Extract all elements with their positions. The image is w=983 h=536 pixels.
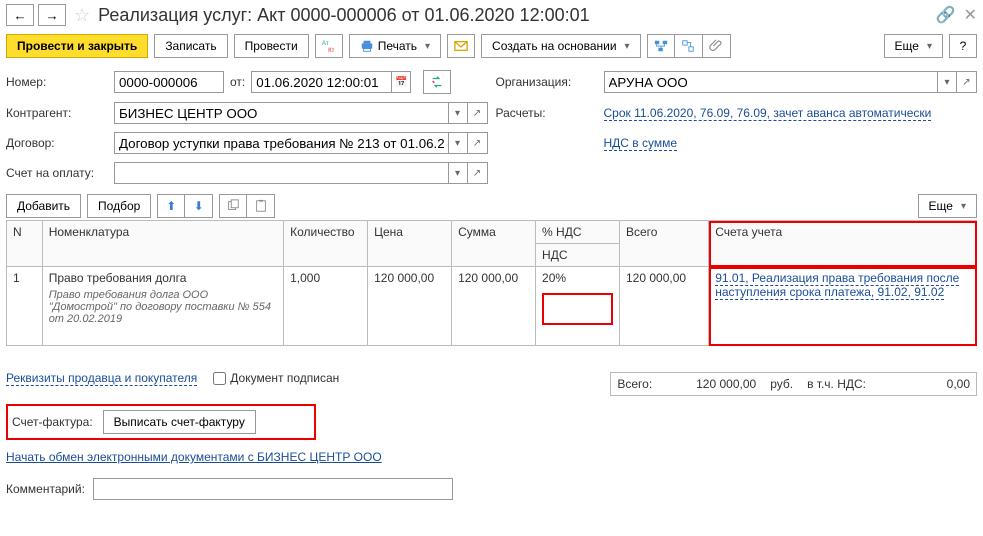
vat-amount-highlight — [542, 293, 613, 325]
printer-icon — [360, 39, 374, 53]
email-icon — [454, 39, 468, 53]
contract-open-icon[interactable]: ↗ — [468, 132, 488, 154]
add-row-button[interactable]: Добавить — [6, 194, 81, 218]
copy-icon — [226, 199, 240, 213]
col-vat: НДС — [536, 244, 620, 267]
vat-mode-link[interactable]: НДС в сумме — [604, 136, 678, 151]
contract-dropdown-icon[interactable]: ▾ — [448, 132, 468, 154]
create-based-on-button[interactable]: Создать на основании — [481, 34, 641, 58]
doc-signed-checkbox[interactable] — [213, 372, 226, 385]
structure-button[interactable] — [675, 34, 703, 58]
svg-text:Ат: Ат — [322, 40, 329, 47]
contract-label: Договор: — [6, 136, 106, 150]
email-button[interactable] — [447, 34, 475, 58]
cell-vat: 20% — [536, 267, 620, 346]
table-more-button[interactable]: Еще — [918, 194, 977, 218]
number-label: Номер: — [6, 75, 106, 89]
cell-nomenclature: Право требования долга Право требования … — [42, 267, 283, 346]
doc-signed-checkbox-label[interactable]: Документ подписан — [213, 371, 339, 385]
items-table: N Номенклатура Количество Цена Сумма % Н… — [6, 220, 977, 346]
refresh-icon — [430, 75, 444, 89]
save-button[interactable]: Записать — [154, 34, 227, 58]
cell-sum: 120 000,00 — [452, 267, 536, 346]
org-dropdown-icon[interactable]: ▾ — [937, 71, 957, 93]
calendar-icon[interactable]: 📅 — [391, 71, 411, 93]
post-and-close-button[interactable]: Провести и закрыть — [6, 34, 148, 58]
refresh-date-button[interactable] — [423, 70, 451, 94]
comment-label: Комментарий: — [6, 482, 85, 496]
back-button[interactable]: ← — [6, 4, 34, 26]
counterparty-input[interactable] — [114, 102, 448, 124]
issue-invoice-button[interactable]: Выписать счет-фактуру — [103, 410, 256, 434]
col-price: Цена — [368, 221, 452, 267]
move-down-button[interactable]: ⬇ — [185, 194, 213, 218]
invoice-section: Счет-фактура: Выписать счет-фактуру — [6, 404, 316, 440]
cell-qty: 1,000 — [284, 267, 368, 346]
cell-n: 1 — [7, 267, 43, 346]
forward-button[interactable]: → — [38, 4, 66, 26]
dtkt-icon: АтКт — [322, 39, 336, 53]
pick-button[interactable]: Подбор — [87, 194, 151, 218]
col-qty: Количество — [284, 221, 368, 267]
cell-total: 120 000,00 — [620, 267, 709, 346]
svg-text:Кт: Кт — [328, 47, 335, 53]
col-nomenclature: Номенклатура — [42, 221, 283, 267]
calc-label: Расчеты: — [496, 106, 596, 120]
comment-input[interactable] — [93, 478, 453, 500]
col-vat-pct: % НДС — [536, 221, 620, 244]
cell-price: 120 000,00 — [368, 267, 452, 346]
col-sum: Сумма — [452, 221, 536, 267]
seller-buyer-link[interactable]: Реквизиты продавца и покупателя — [6, 371, 197, 386]
star-icon[interactable]: ☆ — [70, 5, 94, 26]
counterparty-dropdown-icon[interactable]: ▾ — [448, 102, 468, 124]
org-open-icon[interactable]: ↗ — [957, 71, 977, 93]
invoice-basis-label: Счет на оплату: — [6, 166, 106, 180]
table-row[interactable]: 1 Право требования долга Право требовани… — [7, 267, 977, 346]
totals-bar: Всего: 120 000,00 руб. в т.ч. НДС: 0,00 — [610, 372, 977, 396]
attachments-button[interactable] — [703, 34, 731, 58]
col-n: N — [7, 221, 43, 267]
related-icon — [654, 39, 668, 53]
structure-icon — [681, 39, 695, 53]
invoice-basis-open-icon[interactable]: ↗ — [468, 162, 488, 184]
dtkt-button[interactable]: АтКт — [315, 34, 343, 58]
counterparty-open-icon[interactable]: ↗ — [468, 102, 488, 124]
from-label: от: — [230, 75, 245, 89]
org-input[interactable] — [604, 71, 938, 93]
link-icon[interactable]: 🔗 — [936, 5, 956, 25]
date-input[interactable] — [251, 71, 391, 93]
more-button[interactable]: Еще — [884, 34, 943, 58]
edm-link[interactable]: Начать обмен электронными документами с … — [6, 450, 382, 464]
close-icon[interactable]: ✕ — [964, 5, 977, 25]
col-accounts: Счета учета — [709, 221, 977, 267]
copy-button[interactable] — [219, 194, 247, 218]
post-button[interactable]: Провести — [234, 34, 309, 58]
org-label: Организация: — [496, 75, 596, 89]
paste-button[interactable] — [247, 194, 275, 218]
paperclip-icon — [709, 39, 723, 53]
related-button[interactable] — [647, 34, 675, 58]
invoice-label: Счет-фактура: — [12, 415, 93, 429]
number-input[interactable] — [114, 71, 224, 93]
paste-icon — [254, 199, 268, 213]
cell-accounts[interactable]: 91.01, Реализация права требования после… — [709, 267, 977, 346]
calc-link[interactable]: Срок 11.06.2020, 76.09, 76.09, зачет ава… — [604, 106, 932, 121]
page-title: Реализация услуг: Акт 0000-000006 от 01.… — [98, 5, 932, 26]
invoice-basis-dropdown-icon[interactable]: ▾ — [448, 162, 468, 184]
col-total: Всего — [620, 221, 709, 267]
counterparty-label: Контрагент: — [6, 106, 106, 120]
invoice-basis-input[interactable] — [114, 162, 448, 184]
help-button[interactable]: ? — [949, 34, 977, 58]
move-up-button[interactable]: ⬆ — [157, 194, 185, 218]
print-button[interactable]: Печать — [349, 34, 441, 58]
contract-input[interactable] — [114, 132, 448, 154]
